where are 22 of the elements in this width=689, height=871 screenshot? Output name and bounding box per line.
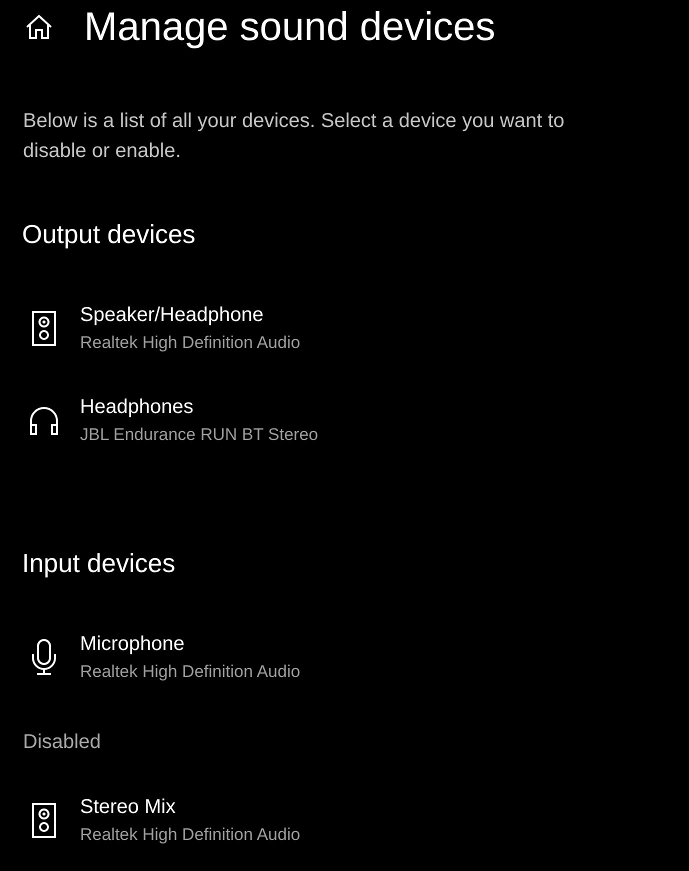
device-list-item[interactable]: Speaker/Headphone Realtek High Definition Audio <box>0 282 689 374</box>
device-name: Headphones <box>80 395 194 420</box>
speaker-icon <box>32 803 56 838</box>
device-list-item[interactable]: Microphone Realtek High Definition Audio <box>0 611 689 703</box>
device-driver: Realtek High Definition Audio <box>80 661 300 683</box>
device-driver: Realtek High Definition Audio <box>80 824 300 846</box>
microphone-icon <box>31 639 57 676</box>
page-description: Below is a list of all your devices. Select a device you want to disable or enable. <box>23 109 566 164</box>
device-name: Microphone <box>80 632 186 657</box>
section-heading: Input devices <box>22 547 176 580</box>
device-name: Stereo Mix <box>80 795 177 820</box>
device-list-item[interactable]: Stereo Mix Realtek High Definition Audio <box>0 774 689 866</box>
device-driver: Realtek High Definition Audio <box>80 332 300 354</box>
section-heading: Output devices <box>22 218 196 251</box>
headphones-icon <box>29 406 59 435</box>
speaker-icon <box>32 311 56 346</box>
group-heading: Disabled <box>23 730 102 755</box>
device-list-item[interactable]: Headphones JBL Endurance RUN BT Stereo <box>0 374 689 466</box>
device-name: Speaker/Headphone <box>80 303 264 328</box>
device-driver: JBL Endurance RUN BT Stereo <box>80 424 318 446</box>
home-icon <box>25 14 53 40</box>
page-title: Manage sound devices <box>84 5 496 49</box>
